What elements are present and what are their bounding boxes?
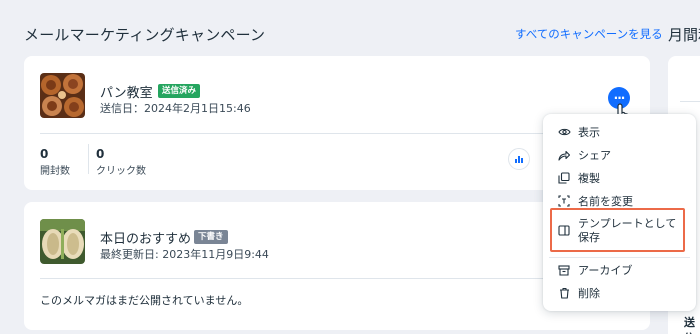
campaign-name[interactable]: 本日のおすすめ [100,228,191,247]
campaign-thumbnail [40,219,85,264]
status-badge: 下書き [194,230,228,244]
menu-item-share[interactable]: シェア [543,144,696,166]
bar-chart-icon [515,156,523,163]
archive-icon [557,263,571,277]
side-panel-divider [680,101,700,102]
rename-icon [557,194,571,208]
share-arrow-icon [557,148,571,162]
unpublished-note: このメルマガはまだ公開されていません。 [40,294,249,307]
side-panel-title: 月間利 [668,26,700,44]
menu-item-view[interactable]: 表示 [543,121,696,143]
trash-icon [557,286,571,300]
menu-item-delete[interactable]: 削除 [543,282,696,304]
section-title: メールマーケティングキャンペーン [24,26,266,44]
clicks-count: 0 [96,147,105,161]
opens-label: 開封数 [40,166,70,177]
menu-item-archive[interactable]: アーカイブ [543,259,696,281]
status-badge: 送信済み [158,84,201,98]
menu-item-label: 名前を変更 [578,195,633,208]
menu-item-label: 削除 [578,287,600,300]
campaign-sent-date: 送信日：2024年2月1日15:46 [100,102,251,115]
stats-button[interactable] [508,148,530,170]
stat-separator [88,144,89,174]
save-template-highlight [550,208,685,252]
see-all-campaigns-link[interactable]: すべてのキャンペーンを見る [515,26,663,42]
clicks-label: クリック数 [96,166,146,177]
menu-divider [549,257,690,258]
campaign-updated-date: 最終更新日: 2023年11月9日9:44 [100,248,269,261]
menu-item-label: シェア [578,149,611,162]
menu-item-label: 表示 [578,126,600,139]
menu-item-label: 複製 [578,172,600,185]
side-panel-bottom-label: 送信 [684,316,695,334]
campaign-thumbnail [40,73,85,118]
menu-item-label: アーカイブ [578,264,633,277]
campaign-name[interactable]: パン教室 [100,82,153,101]
eye-icon [557,125,571,139]
duplicate-icon [557,171,571,185]
opens-count: 0 [40,147,49,161]
menu-item-duplicate[interactable]: 複製 [543,167,696,189]
